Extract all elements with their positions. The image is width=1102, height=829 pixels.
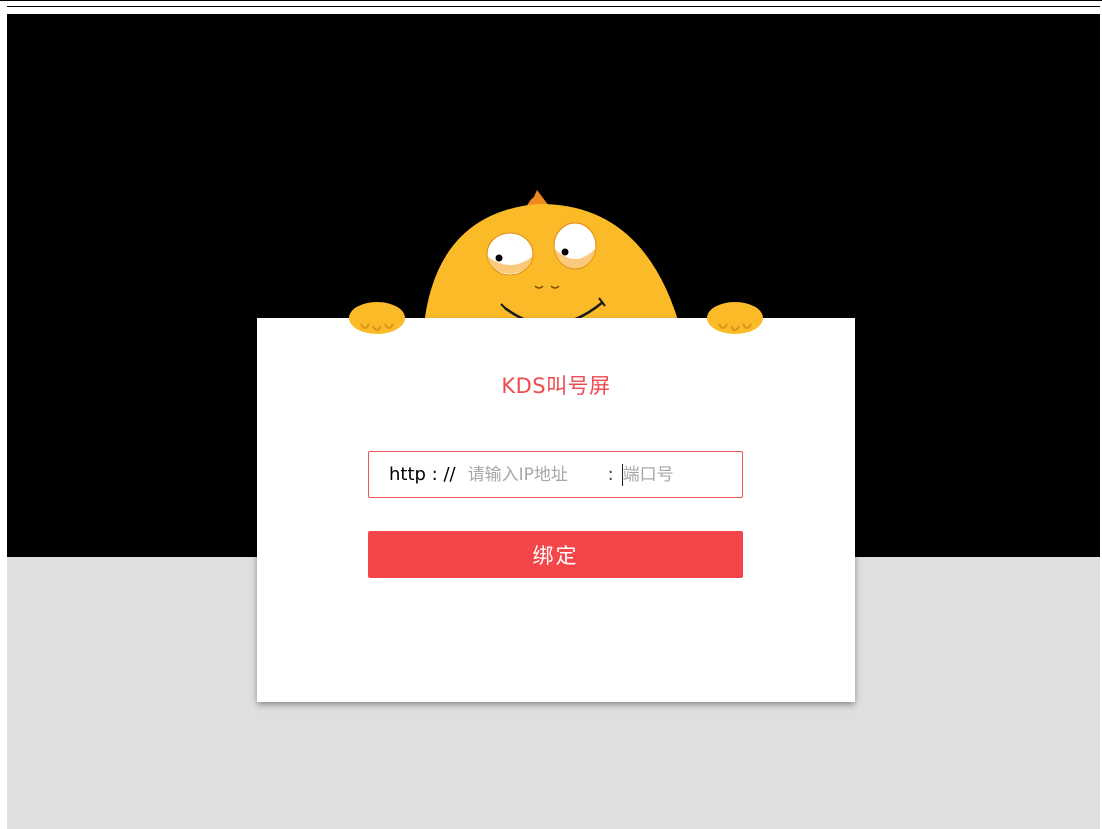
frame-inner-border bbox=[7, 6, 1100, 7]
app-screen: KDS叫号屏 http : // : 绑定 bbox=[7, 14, 1100, 829]
server-address-field[interactable]: http : // : bbox=[368, 451, 743, 498]
left-paw-icon bbox=[349, 302, 405, 334]
port-separator: : bbox=[607, 464, 614, 485]
bind-card: KDS叫号屏 http : // : 绑定 bbox=[257, 302, 855, 702]
right-paw-icon bbox=[707, 302, 763, 334]
bind-button[interactable]: 绑定 bbox=[368, 531, 743, 578]
ip-input[interactable] bbox=[467, 464, 608, 485]
port-input[interactable] bbox=[622, 464, 693, 485]
page-title: KDS叫号屏 bbox=[501, 374, 611, 398]
frame-top-border bbox=[0, 0, 1102, 1]
url-prefix: http : // bbox=[389, 464, 456, 485]
